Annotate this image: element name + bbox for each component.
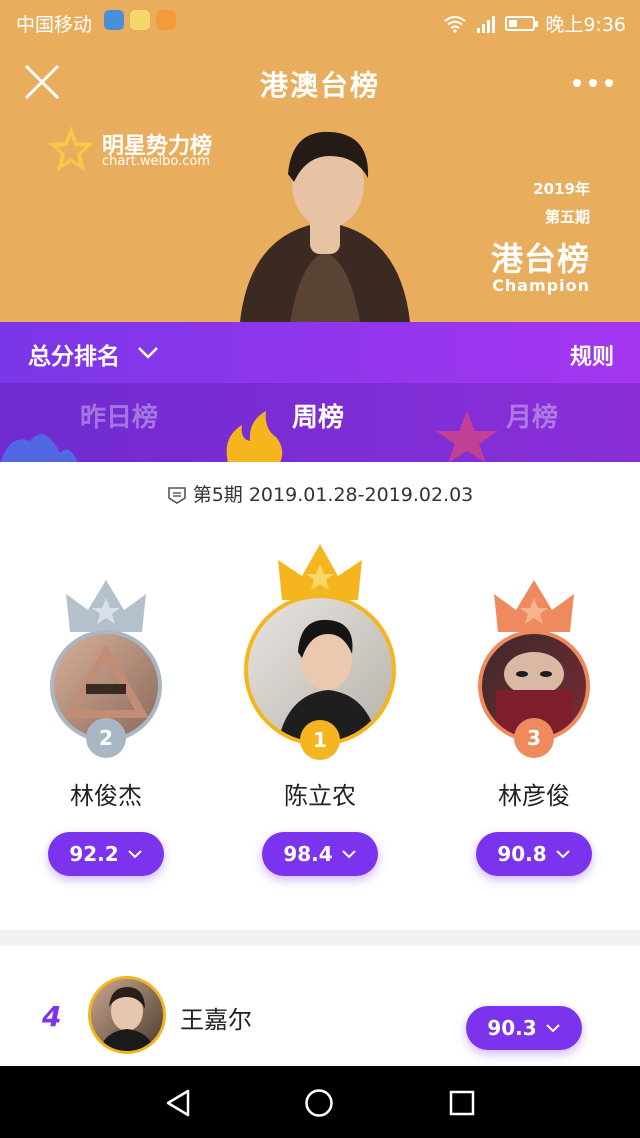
tab-weekly[interactable]: 周榜	[292, 397, 344, 434]
rank-medal: 2	[86, 718, 126, 758]
list-artist-name: 王嘉尔	[180, 1006, 252, 1034]
rules-link[interactable]: 规则	[540, 339, 614, 371]
more-icon[interactable]	[570, 68, 616, 98]
chevron-down-icon	[555, 850, 570, 859]
back-icon[interactable]	[164, 1088, 192, 1118]
banner-chart-name: 港台榜	[490, 240, 590, 278]
banner-year: 2019年	[533, 180, 590, 198]
score-button[interactable]: 92.2	[48, 832, 164, 876]
bronze-crown-icon	[494, 580, 574, 632]
tab-daily[interactable]: 昨日榜	[80, 397, 158, 434]
period-line: 第5期 2019.01.28-2019.02.03	[0, 480, 640, 507]
shield-app-icon	[104, 10, 124, 30]
podium-third[interactable]: 3 林彦俊 90.8	[434, 570, 634, 890]
weibo-app-icon	[130, 10, 150, 30]
wave-decoration-icon	[0, 434, 78, 462]
tab-monthly[interactable]: 月榜	[506, 397, 558, 434]
status-bar: 中国移动 晚上9:36	[0, 0, 640, 42]
logo-url: chart.weibo.com	[102, 154, 211, 169]
list-rank: 4	[42, 1000, 62, 1033]
chevron-down-icon	[545, 1024, 560, 1033]
period-text: 第5期 2019.01.28-2019.02.03	[192, 484, 474, 506]
section-divider	[0, 930, 640, 946]
navigation-bar	[0, 1066, 640, 1138]
score-button[interactable]: 90.8	[476, 832, 592, 876]
clock-label: 晚上9:36	[545, 14, 626, 36]
banner-champion: Champion	[492, 276, 590, 295]
battery-icon	[505, 16, 539, 31]
sort-dropdown-label[interactable]: 总分排名	[28, 337, 120, 371]
calendar-icon	[167, 487, 186, 504]
avatar	[88, 976, 166, 1054]
carrier-label: 中国移动	[16, 14, 93, 36]
signal-icon	[477, 15, 496, 33]
podium-second[interactable]: 2 林俊杰 92.2	[6, 570, 206, 890]
score-value: 90.8	[497, 842, 547, 866]
score-button[interactable]: 90.3	[466, 1006, 582, 1050]
recents-icon[interactable]	[448, 1089, 476, 1117]
score-value: 92.2	[69, 842, 119, 866]
star-decoration-icon	[436, 411, 498, 462]
home-icon[interactable]	[304, 1088, 334, 1118]
score-button[interactable]: 98.4	[262, 832, 378, 876]
score-value: 98.4	[283, 842, 333, 866]
score-value: 90.3	[487, 1016, 537, 1040]
star-logo-icon	[48, 126, 94, 171]
page-title: 港澳台榜	[259, 69, 380, 102]
rank-medal: 1	[300, 720, 340, 760]
period-tabs: 昨日榜 周榜 月榜	[0, 383, 640, 462]
notification-app-icon	[156, 10, 176, 30]
wifi-icon	[444, 15, 466, 33]
chevron-down-icon	[341, 850, 356, 859]
artist-name: 林俊杰	[70, 782, 142, 810]
artist-name: 林彦俊	[498, 782, 570, 810]
silver-crown-icon	[66, 580, 146, 632]
flame-icon	[226, 411, 283, 462]
chevron-down-icon	[127, 850, 142, 859]
champion-portrait	[240, 131, 410, 322]
chevron-down-icon[interactable]	[136, 342, 160, 362]
banner-issue: 第五期	[544, 208, 590, 226]
artist-name: 陈立农	[284, 782, 356, 810]
rank-medal: 3	[514, 718, 554, 758]
podium-first[interactable]: 1 陈立农 98.4	[220, 540, 420, 890]
weibo-chart-logo: 明星势力榜 chart.weibo.com	[46, 124, 226, 174]
